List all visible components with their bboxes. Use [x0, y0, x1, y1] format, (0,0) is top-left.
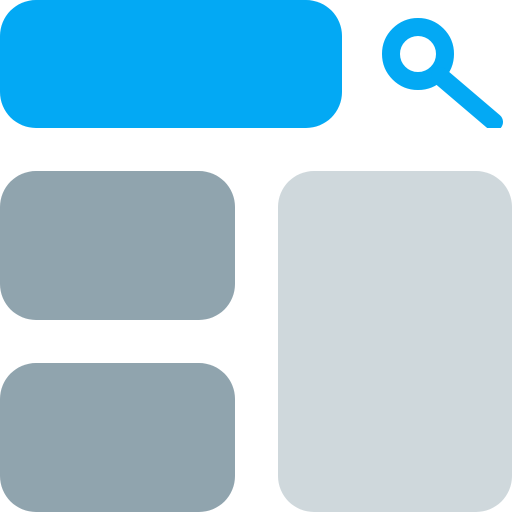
- card-top-left: [0, 171, 235, 320]
- card-bottom-left: [0, 363, 235, 512]
- search-icon[interactable]: [382, 16, 512, 128]
- search-bar[interactable]: [0, 0, 342, 128]
- layout-search-icon: [0, 0, 512, 512]
- panel-right: [278, 171, 512, 512]
- search-icon-handle: [431, 67, 503, 128]
